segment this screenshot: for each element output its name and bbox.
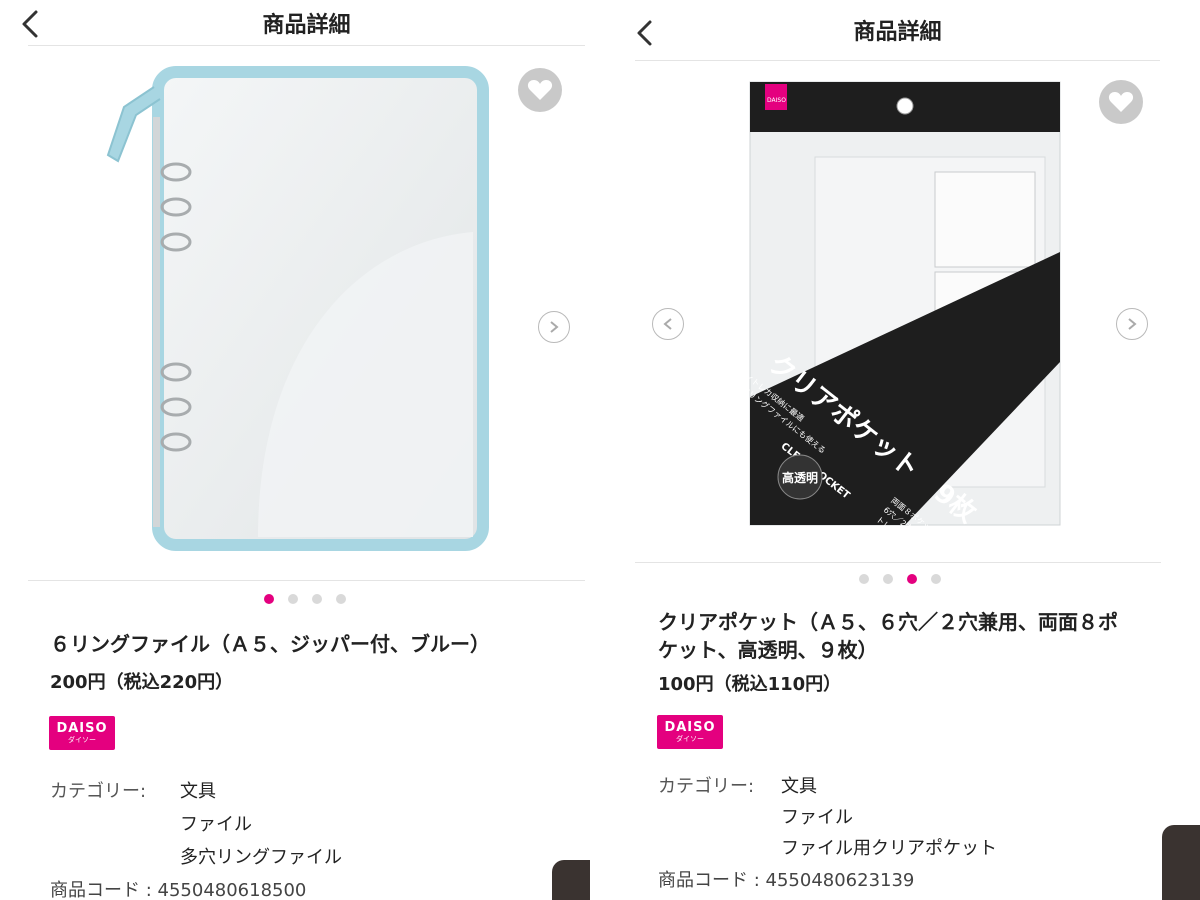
carousel-indicator	[264, 594, 346, 604]
chevron-right-icon	[550, 321, 559, 333]
panel-separator	[598, 0, 615, 900]
product-price: 100円（税込110円）	[658, 674, 842, 695]
product-title-line: クリアポケット（Ａ５、６穴／２穴兼用、両面８ポ	[658, 610, 1118, 634]
chevron-right-icon	[1128, 318, 1137, 330]
binder-illustration	[106, 66, 489, 551]
page-header: 商品詳細	[28, 0, 585, 46]
category-link[interactable]: 文具	[781, 772, 817, 798]
heart-icon	[527, 80, 553, 100]
brand-name: DAISO	[664, 720, 716, 735]
category-link[interactable]: 文具	[180, 777, 216, 803]
category-link[interactable]: ファイル	[180, 810, 252, 836]
favorite-button[interactable]	[518, 68, 562, 112]
product-code: 商品コード : 4550480623139	[658, 870, 915, 891]
brand-name: DAISO	[56, 721, 108, 736]
brand-badge: DAISO ダイソー	[657, 715, 723, 749]
page-header: 商品詳細	[635, 0, 1160, 61]
svg-text:DAISO: DAISO	[767, 97, 786, 104]
category-link[interactable]: ファイル用クリアポケット	[781, 834, 997, 860]
carousel-dot[interactable]	[859, 574, 869, 584]
product-title-line: ケット、高透明、９枚）	[658, 638, 878, 662]
back-arrow-icon[interactable]	[631, 18, 661, 48]
category-label: カテゴリー:	[50, 781, 147, 802]
floating-tab-button[interactable]	[552, 860, 590, 900]
carousel-dot[interactable]	[336, 594, 346, 604]
carousel-dot[interactable]	[883, 574, 893, 584]
category-label: カテゴリー:	[658, 776, 755, 797]
carousel-dot[interactable]	[907, 574, 917, 584]
carousel-dot[interactable]	[288, 594, 298, 604]
carousel-dot[interactable]	[931, 574, 941, 584]
prev-image-button[interactable]	[652, 308, 684, 340]
next-image-button[interactable]	[1116, 308, 1148, 340]
page-title: 商品詳細	[262, 12, 351, 38]
category-link[interactable]: ファイル	[781, 803, 853, 829]
chevron-left-icon	[663, 318, 672, 330]
carousel-dot[interactable]	[264, 594, 274, 604]
brand-sub: ダイソー	[676, 735, 704, 743]
package-illustration: DAISO クリアポケット 9枚 ✓トレカ収納に最適 ✓2リングファイルにも使え…	[737, 81, 1061, 551]
back-arrow-icon[interactable]	[14, 6, 50, 42]
svg-text:高透明: 高透明	[782, 470, 818, 485]
carousel-dot[interactable]	[312, 594, 322, 604]
heart-icon	[1108, 92, 1134, 112]
product-title: ６リングファイル（Ａ５、ジッパー付、ブルー）	[50, 632, 490, 656]
page-title: 商品詳細	[853, 20, 942, 45]
category-link[interactable]: 多穴リングファイル	[180, 843, 342, 869]
product-title: クリアポケット（Ａ５、６穴／２穴兼用、両面８ポ ケット、高透明、９枚）	[658, 608, 1193, 664]
carousel-indicator	[859, 574, 941, 584]
next-image-button[interactable]	[538, 311, 570, 343]
product-image	[28, 47, 585, 579]
brand-badge: DAISO ダイソー	[49, 716, 115, 750]
left-product-screen: 商品詳細 ６リングファイル（Ａ５、ジッパー付、ブルー） 200円（税込220円）…	[0, 0, 598, 900]
favorite-button[interactable]	[1099, 80, 1143, 124]
product-code: 商品コード : 4550480618500	[50, 880, 307, 900]
right-product-screen: 商品詳細 DAISO クリアポケット 9枚 ✓トレカ収納に最適 ✓2リングファイ…	[615, 0, 1200, 900]
product-image: DAISO クリアポケット 9枚 ✓トレカ収納に最適 ✓2リングファイルにも使え…	[635, 62, 1161, 562]
brand-sub: ダイソー	[68, 736, 96, 744]
floating-tab-button[interactable]	[1162, 825, 1200, 900]
product-price: 200円（税込220円）	[50, 672, 234, 693]
